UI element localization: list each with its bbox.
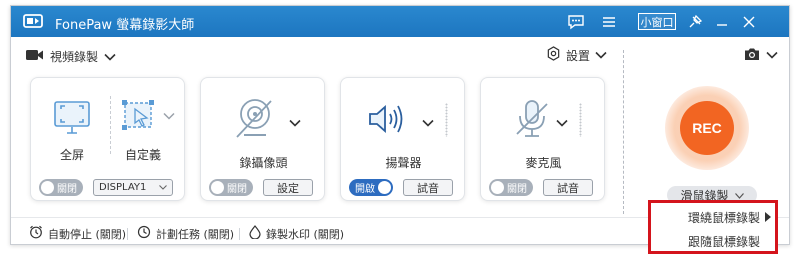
water-drop-icon — [249, 225, 261, 242]
gear-icon — [546, 46, 561, 64]
menu-item-around-mouse[interactable]: 環繞鼠標錄製 — [651, 206, 775, 228]
volume-level-icon — [444, 103, 449, 137]
separator — [127, 228, 128, 240]
webcam-toggle[interactable]: 關閉 — [209, 179, 253, 196]
speaker-card: 揚聲器 開啟 試音 — [340, 77, 465, 201]
speaker-icon[interactable] — [368, 104, 408, 137]
webcam-settings-button[interactable]: 設定 — [263, 179, 313, 196]
fullscreen-label: 全屏 — [59, 148, 84, 162]
toggle-knob — [211, 181, 224, 194]
chevron-down-icon — [104, 50, 116, 64]
toggle-label: 開啟 — [355, 184, 375, 195]
video-camera-icon — [26, 49, 44, 64]
chevron-down-icon[interactable] — [289, 117, 301, 130]
screen-toggle[interactable]: 關閉 — [39, 179, 83, 196]
chevron-down-icon — [595, 48, 607, 62]
custom-region-icon — [121, 99, 157, 136]
microphone-test-button[interactable]: 試音 — [543, 179, 593, 196]
submenu-arrow-icon — [765, 212, 771, 222]
custom-region-button[interactable]: 自定義 — [115, 90, 181, 162]
menu-item-label: 跟隨鼠標錄製 — [687, 234, 760, 249]
menu-item-follow-mouse[interactable]: 跟隨鼠標錄製 — [651, 230, 775, 252]
app-title: FonePaw 螢幕錄影大師 — [55, 18, 195, 33]
speaker-test-button[interactable]: 試音 — [403, 179, 453, 196]
clock-icon — [137, 225, 151, 242]
chevron-down-icon — [766, 49, 778, 62]
watermark-label: 錄製水印 (關閉) — [266, 227, 345, 241]
microphone-icon[interactable] — [515, 98, 549, 143]
display-select-value: DISPLAY1 — [99, 182, 147, 193]
custom-label: 自定義 — [124, 148, 161, 162]
chevron-down-icon — [163, 110, 175, 123]
screen-area-card: 全屏 自定義 關閉 DISPLAY1 — [30, 77, 185, 201]
toggle-label: 關閉 — [507, 184, 527, 195]
toggle-knob — [491, 181, 504, 194]
logo-icon — [23, 14, 43, 28]
webcam-label: 錄攝像頭 — [239, 156, 288, 170]
mouse-recording-menu: 環繞鼠標錄製 跟隨鼠標錄製 — [648, 200, 778, 254]
fullscreen-button[interactable]: 全屏 — [41, 90, 103, 162]
chevron-down-icon[interactable] — [556, 117, 568, 130]
chevron-down-icon — [159, 182, 167, 193]
settings-label: 設置 — [566, 48, 591, 63]
video-recording-dropdown[interactable]: 視頻錄製 — [26, 48, 116, 65]
fullscreen-icon — [53, 100, 91, 139]
video-recording-label: 視頻錄製 — [50, 50, 99, 64]
menu-icon[interactable] — [599, 12, 619, 31]
pin-icon[interactable] — [685, 12, 705, 31]
display-select[interactable]: DISPLAY1 — [93, 179, 173, 196]
scheduled-task-button[interactable]: 計劃任務 (關閉) — [137, 225, 234, 242]
alarm-clock-icon — [29, 225, 43, 242]
toggle-label: 關閉 — [57, 184, 77, 195]
separator — [239, 228, 240, 240]
camera-icon — [744, 47, 760, 64]
watermark-button[interactable]: 錄製水印 (關閉) — [249, 225, 344, 242]
speaker-toggle[interactable]: 開啟 — [349, 179, 393, 196]
mini-window-button[interactable]: 小窗口 — [638, 13, 676, 30]
auto-stop-button[interactable]: 自動停止 (關閉) — [29, 225, 126, 242]
microphone-card: 麥克風 關閉 試音 — [480, 77, 605, 201]
webcam-card: 錄攝像頭 關閉 設定 — [200, 77, 325, 201]
close-icon[interactable] — [739, 12, 759, 31]
minimize-icon[interactable] — [712, 12, 732, 31]
mic-level-icon — [578, 103, 583, 137]
scheduled-task-label: 計劃任務 (關閉) — [156, 227, 235, 241]
settings-dropdown[interactable]: 設置 — [546, 46, 607, 64]
title-bar: FonePaw 螢幕錄影大師 小窗口 — [11, 6, 789, 37]
microphone-toggle[interactable]: 關閉 — [489, 179, 533, 196]
card-divider — [110, 96, 111, 154]
webcam-icon[interactable] — [235, 97, 275, 142]
speaker-label: 揚聲器 — [385, 156, 422, 170]
microphone-label: 麥克風 — [525, 156, 562, 170]
toggle-knob — [378, 181, 391, 194]
toggle-knob — [41, 181, 54, 194]
chat-icon[interactable] — [566, 12, 586, 31]
divider — [623, 50, 624, 214]
auto-stop-label: 自動停止 (關閉) — [48, 227, 127, 241]
rec-button[interactable]: REC — [680, 101, 734, 155]
menu-item-label: 環繞鼠標錄製 — [687, 210, 760, 225]
toggle-label: 關閉 — [227, 184, 247, 195]
chevron-down-icon[interactable] — [422, 117, 434, 130]
screenshot-dropdown[interactable] — [744, 47, 778, 64]
